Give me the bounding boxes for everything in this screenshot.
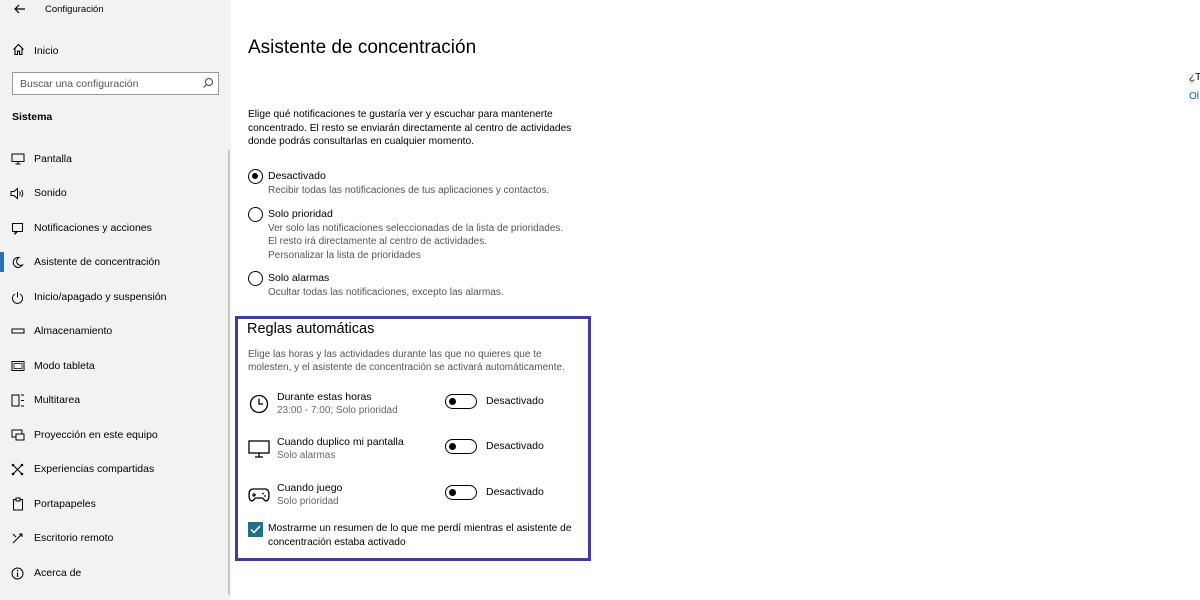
sidebar-item-acerca-de[interactable]: Acerca de (0, 558, 229, 588)
rule-toggle[interactable] (445, 485, 477, 500)
sidebar-item-escritorio-remoto[interactable]: Escritorio remoto (0, 523, 229, 553)
sidebar-item-label: Modo tableta (34, 360, 95, 372)
radio-label: Desactivado (268, 170, 326, 182)
toggle-state: Desactivado (486, 440, 544, 452)
sidebar-item-label: Pantalla (34, 153, 72, 165)
sidebar-item-proyeccion[interactable]: Proyección en este equipo (0, 420, 229, 450)
sidebar: Configuración Inicio Sistema Pantalla So… (0, 0, 231, 600)
rule-name: Cuando duplico mi pantalla (277, 436, 404, 448)
rule-subtitle: Solo alarmas (277, 450, 336, 461)
rule-subtitle: Solo prioridad (277, 496, 339, 507)
summary-checkbox-label: Mostrarme un resumen de lo que me perdí … (268, 523, 572, 548)
sidebar-item-inicio-apagado[interactable]: Inicio/apagado y suspensión (0, 282, 229, 312)
sidebar-item-label: Acerca de (34, 567, 82, 579)
home-icon (12, 43, 25, 59)
intro-text: Elige qué notificaciones te gustaría ver… (248, 109, 572, 147)
radio-label: Solo prioridad (268, 208, 333, 220)
rules-title: Reglas automáticas (247, 321, 375, 337)
sidebar-item-label: Asistente de concentración (34, 256, 161, 268)
related-question: ¿T (1189, 72, 1200, 83)
rule-cuando-juego[interactable]: Cuando juego Solo prioridad Desactivado (248, 482, 568, 514)
sidebar-item-label: Escritorio remoto (34, 532, 114, 544)
radio-description-2: El resto irá directamente al centro de a… (268, 236, 487, 247)
summary-checkbox[interactable] (248, 522, 263, 537)
home-link[interactable]: Inicio (12, 43, 59, 59)
multitask-icon (10, 393, 25, 408)
sidebar-item-experiencias[interactable]: Experiencias compartidas (0, 454, 229, 484)
toggle-state: Desactivado (486, 395, 544, 407)
monitor-icon (248, 438, 270, 460)
toggle-knob (449, 488, 456, 496)
sidebar-scrollbar[interactable] (228, 150, 230, 595)
tablet-icon (10, 359, 25, 374)
page-title: Asistente de concentración (248, 37, 477, 58)
sidebar-item-label: Portapapeles (34, 498, 96, 510)
search-input[interactable] (13, 73, 193, 94)
related-link[interactable]: Ol (1189, 91, 1199, 102)
monitor-icon (10, 152, 25, 167)
customize-priority-link[interactable]: Personalizar la lista de prioridades (268, 249, 421, 263)
home-label: Inicio (34, 45, 59, 57)
radio-label: Solo alarmas (268, 272, 330, 284)
clock-icon (248, 393, 270, 415)
rule-duplico-pantalla[interactable]: Cuando duplico mi pantalla Solo alarmas … (248, 436, 568, 468)
section-title: Sistema (12, 111, 53, 123)
rule-subtitle: 23:00 - 7:00; Solo prioridad (277, 405, 398, 416)
rule-durante-estas-horas[interactable]: Durante estas horas 23:00 - 7:00; Solo p… (248, 391, 568, 423)
radio-button[interactable] (248, 169, 263, 184)
sidebar-item-label: Experiencias compartidas (34, 463, 155, 475)
notification-icon (10, 221, 25, 236)
rule-toggle[interactable] (445, 394, 477, 409)
shared-icon (10, 462, 25, 477)
storage-icon (10, 324, 25, 339)
sidebar-item-notificaciones[interactable]: Notificaciones y acciones (0, 213, 229, 243)
rule-name: Cuando juego (277, 482, 343, 494)
back-arrow-icon[interactable] (13, 2, 27, 16)
sidebar-item-asistente[interactable]: Asistente de concentración (0, 247, 229, 277)
search-icon[interactable] (202, 77, 214, 92)
rule-toggle[interactable] (445, 439, 477, 454)
power-icon (10, 290, 25, 305)
toggle-state: Desactivado (486, 486, 544, 498)
projection-icon (10, 428, 25, 443)
toggle-knob (449, 442, 456, 450)
radio-description: Ocultar todas las notificaciones, except… (268, 287, 504, 298)
toggle-knob (449, 397, 456, 405)
checkmark-icon (250, 525, 261, 534)
radio-button[interactable] (248, 271, 263, 286)
sidebar-item-label: Inicio/apagado y suspensión (34, 291, 167, 303)
sidebar-item-label: Multitarea (34, 394, 81, 406)
sidebar-item-pantalla[interactable]: Pantalla (0, 144, 229, 174)
clipboard-icon (10, 497, 25, 512)
sidebar-item-almacenamiento[interactable]: Almacenamiento (0, 316, 229, 346)
sidebar-item-modo-tableta[interactable]: Modo tableta (0, 351, 229, 381)
sidebar-item-sonido[interactable]: Sonido (0, 178, 229, 208)
sidebar-item-label: Notificaciones y acciones (34, 222, 152, 234)
sidebar-item-multitarea[interactable]: Multitarea (0, 385, 229, 415)
sidebar-item-label: Sonido (34, 187, 67, 199)
moon-icon (10, 255, 25, 270)
radio-selected-dot (252, 173, 258, 179)
window-title: Configuración (45, 4, 104, 15)
sidebar-item-portapapeles[interactable]: Portapapeles (0, 489, 229, 519)
search-box[interactable] (12, 72, 219, 95)
radio-description: Recibir todas las notificaciones de tus … (268, 185, 550, 196)
rule-name: Durante estas horas (277, 391, 372, 403)
radio-button[interactable] (248, 207, 263, 222)
remote-icon (10, 531, 25, 546)
selection-indicator (0, 252, 4, 272)
info-icon (10, 566, 25, 581)
sidebar-item-label: Proyección en este equipo (34, 429, 158, 441)
sidebar-item-label: Almacenamiento (34, 325, 113, 337)
speaker-icon (10, 186, 25, 201)
radio-description: Ver solo las notificaciones seleccionada… (268, 223, 564, 234)
gamepad-icon (248, 484, 270, 506)
rules-description: Elige las horas y las actividades durant… (248, 349, 565, 373)
